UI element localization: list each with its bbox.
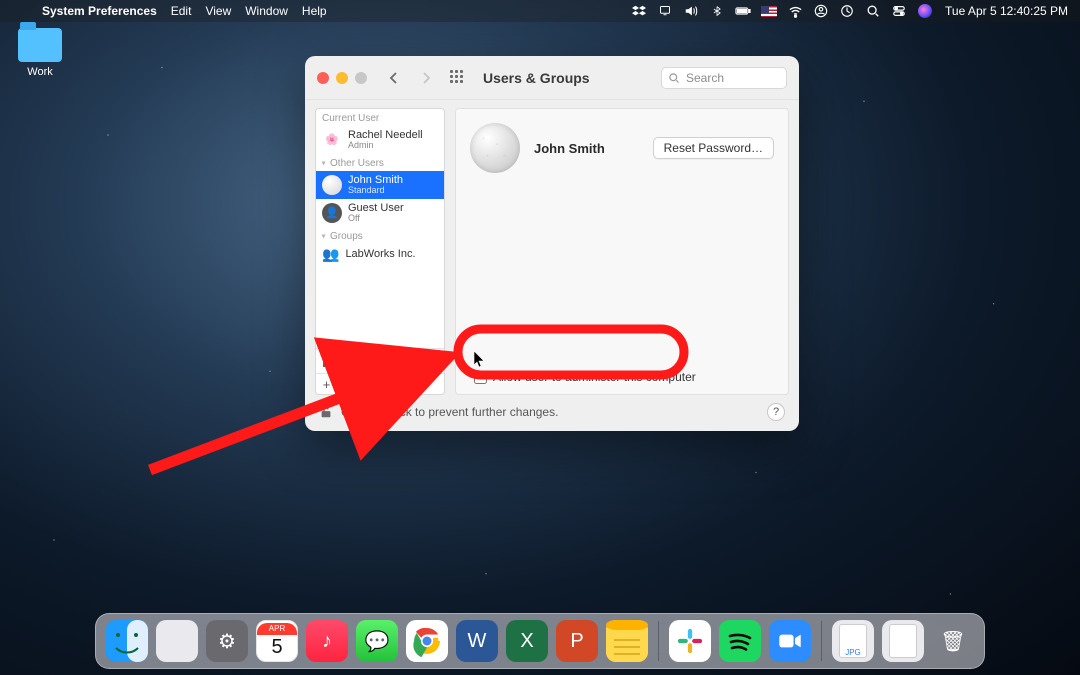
dropbox-status-icon[interactable]	[631, 3, 647, 19]
input-source-flag-icon[interactable]	[761, 3, 777, 19]
user-detail-pane: John Smith Reset Password… Allow user to…	[455, 108, 789, 395]
desktop: System Preferences Edit View Window Help…	[0, 0, 1080, 675]
search-placeholder: Search	[686, 71, 724, 85]
user-display-name: John Smith	[534, 141, 605, 156]
dock-app-zoom[interactable]	[769, 620, 811, 662]
chevron-down-icon: ▸	[320, 161, 329, 165]
sidebar-user-john-smith[interactable]: John SmithStandard	[316, 171, 444, 199]
sidebar-user-current[interactable]: 🌸 Rachel NeedellAdmin	[316, 126, 444, 154]
mouse-cursor-icon	[474, 351, 486, 369]
dock-app-system-preferences[interactable]: ⚙︎	[206, 620, 248, 662]
lock-row: Click the lock to prevent further change…	[305, 397, 799, 431]
allow-admin-checkbox[interactable]	[474, 371, 487, 384]
menubar-item-help[interactable]: Help	[302, 4, 327, 18]
user-profile-picture[interactable]	[470, 123, 520, 173]
dock-app-word[interactable]: W	[456, 620, 498, 662]
allow-admin-checkbox-row[interactable]: Allow user to administer this computer	[470, 370, 774, 384]
dock-app-calendar[interactable]: APR5	[256, 620, 298, 662]
system-preferences-window: Users & Groups Search Current User 🌸 Rac…	[305, 56, 799, 431]
nav-forward-button	[415, 67, 437, 89]
allow-admin-label: Allow user to administer this computer	[493, 370, 696, 384]
menubar-item-window[interactable]: Window	[245, 4, 288, 18]
window-minimize-button[interactable]	[336, 72, 348, 84]
spotlight-search-icon[interactable]	[865, 3, 881, 19]
sidebar-group-labworks[interactable]: 👥 LabWorks Inc.	[316, 244, 444, 264]
remove-user-button[interactable]: −	[338, 374, 360, 394]
add-user-button[interactable]: +	[316, 374, 338, 394]
dock-app-finder[interactable]	[106, 620, 148, 662]
desktop-folder-label: Work	[10, 66, 70, 78]
volume-status-icon[interactable]	[683, 3, 699, 19]
avatar-icon: 🌸	[322, 130, 342, 150]
dock-app-slack[interactable]	[669, 620, 711, 662]
dock-file-generic[interactable]	[882, 620, 924, 662]
window-title: Users & Groups	[483, 70, 590, 86]
menubar-app-name[interactable]: System Preferences	[42, 4, 157, 18]
dock-app-chrome[interactable]	[406, 620, 448, 662]
display-status-icon[interactable]	[657, 3, 673, 19]
menubar-item-view[interactable]: View	[205, 4, 231, 18]
desktop-folder-work[interactable]: Work	[10, 28, 70, 78]
dock-trash[interactable]: 🗑	[932, 620, 974, 662]
dock-app-powerpoint[interactable]: P	[556, 620, 598, 662]
unlocked-lock-icon[interactable]	[319, 405, 333, 419]
show-all-prefs-button[interactable]	[447, 67, 469, 89]
dock-app-excel[interactable]: X	[506, 620, 548, 662]
home-icon	[322, 354, 336, 368]
user-status-icon[interactable]	[813, 3, 829, 19]
control-center-icon[interactable]	[891, 3, 907, 19]
dock-app-launchpad[interactable]	[156, 620, 198, 662]
dock-app-messages[interactable]: 💬	[356, 620, 398, 662]
dock: ⚙︎ APR5 ♪ 💬 W X P JPG 🗑	[95, 613, 985, 669]
search-icon	[668, 72, 680, 84]
window-close-button[interactable]	[317, 72, 329, 84]
dock-app-spotify[interactable]	[719, 620, 761, 662]
login-options-button[interactable]: Login Options	[316, 348, 444, 373]
help-button[interactable]: ?	[767, 403, 785, 421]
window-zoom-button	[355, 72, 367, 84]
sidebar-user-guest[interactable]: 👤 Guest UserOff	[316, 199, 444, 227]
window-titlebar: Users & Groups Search	[305, 56, 799, 100]
folder-icon	[18, 28, 62, 62]
nav-back-button[interactable]	[383, 67, 405, 89]
apple-menu-icon[interactable]	[12, 3, 28, 19]
avatar-icon: 👤	[322, 203, 342, 223]
dock-app-notes[interactable]	[606, 620, 648, 662]
menubar-datetime[interactable]: Tue Apr 5 12:40:25 PM	[945, 4, 1068, 18]
sidebar-section-groups[interactable]: ▸Groups	[316, 227, 444, 244]
users-sidebar: Current User 🌸 Rachel NeedellAdmin ▸Othe…	[315, 108, 445, 395]
lock-hint-text: Click the lock to prevent further change…	[341, 405, 558, 419]
menubar-item-edit[interactable]: Edit	[171, 4, 192, 18]
timemachine-status-icon[interactable]	[839, 3, 855, 19]
preferences-search-input[interactable]: Search	[661, 67, 787, 89]
sidebar-section-current-user: Current User	[316, 109, 444, 126]
sidebar-section-other-users[interactable]: ▸Other Users	[316, 154, 444, 171]
bluetooth-status-icon[interactable]	[709, 3, 725, 19]
battery-status-icon[interactable]	[735, 3, 751, 19]
menubar: System Preferences Edit View Window Help…	[0, 0, 1080, 22]
chevron-down-icon: ▸	[320, 234, 329, 238]
dock-separator	[658, 621, 659, 661]
dock-separator	[821, 621, 822, 661]
dock-file-jpg[interactable]: JPG	[832, 620, 874, 662]
group-icon: 👥	[322, 247, 339, 261]
avatar-icon	[322, 175, 342, 195]
dock-app-music[interactable]: ♪	[306, 620, 348, 662]
siri-icon[interactable]	[917, 3, 933, 19]
reset-password-button[interactable]: Reset Password…	[653, 137, 774, 159]
grid-icon	[450, 70, 466, 86]
wifi-status-icon[interactable]	[787, 3, 803, 19]
